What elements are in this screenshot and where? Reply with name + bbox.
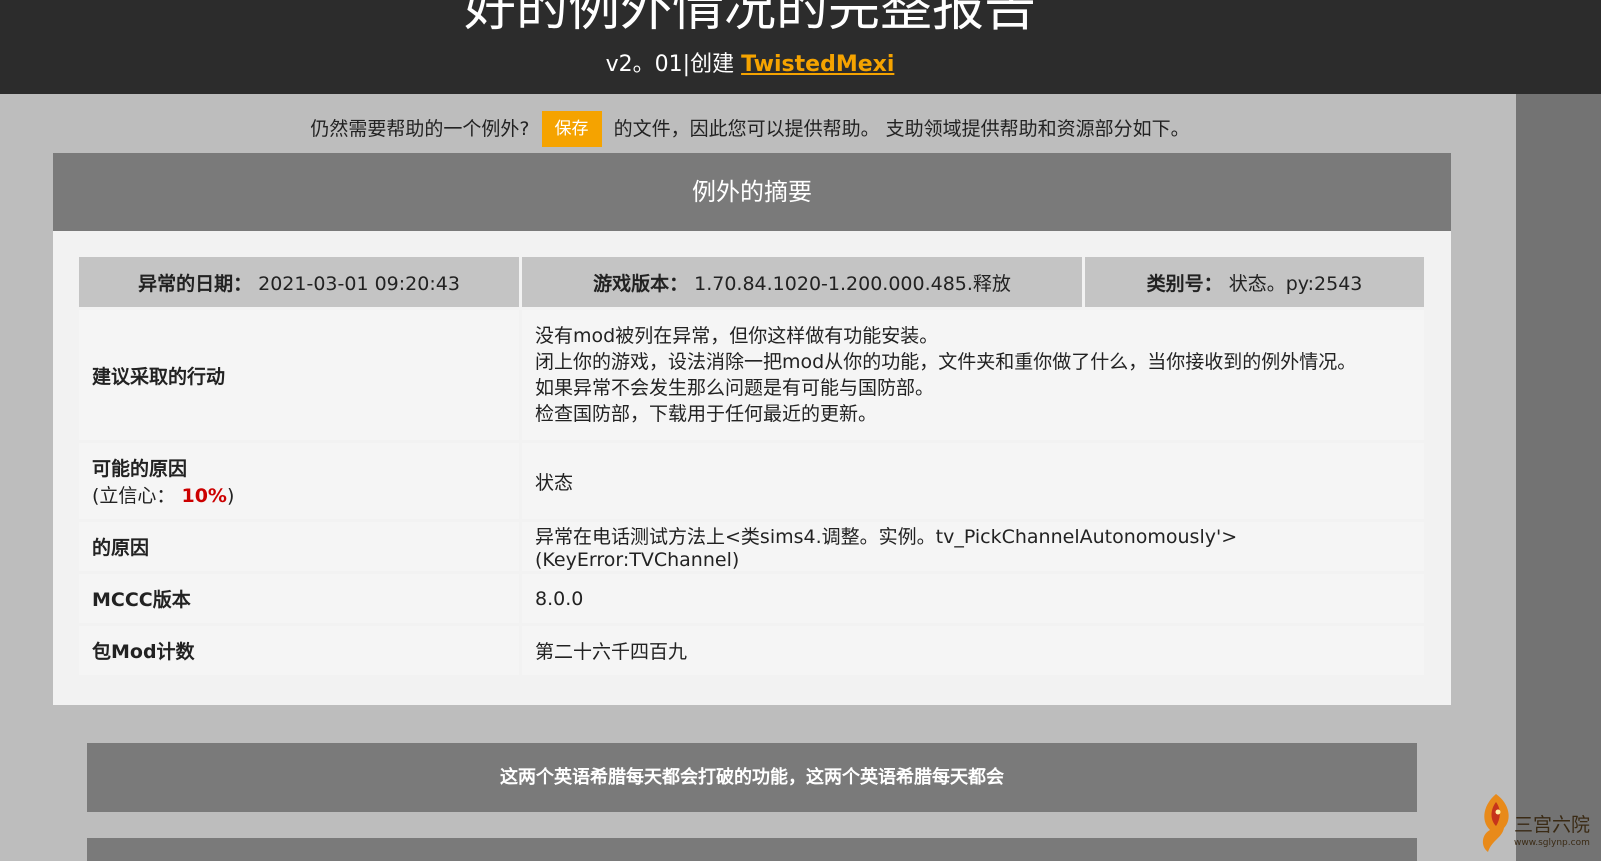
action-line: 检查国防部，下载用于任何最近的更新。 — [535, 403, 878, 425]
table-row: 建议采取的行动 没有mod被列在异常，但你这样做有功能安装。 闭上你的游戏，设法… — [79, 310, 1424, 440]
version-text: v2。01|创建 — [605, 52, 735, 77]
section-bar[interactable]: 这两个英语希腊每天都会打破的功能，这两个英语希腊每天都会 — [87, 743, 1417, 812]
confidence-suffix: ) — [226, 485, 235, 507]
action-line: 如果异常不会发生那么问题是有可能与国防部。 — [535, 377, 935, 399]
save-button[interactable]: 保存 — [541, 111, 602, 147]
table-row: MCCC版本 8.0.0 — [79, 574, 1424, 623]
possible-cause-value: 状态 — [522, 443, 1424, 519]
table-row: 可能的原因 (立信心： 10%) 状态 — [79, 443, 1424, 519]
page-title: 好的例外情况的完整报告 — [463, 0, 1036, 38]
confidence-value: 10% — [181, 485, 227, 507]
phoenix-logo-icon — [1482, 794, 1509, 852]
watermark-url: www.sglynp.com — [1514, 838, 1590, 848]
help-notice: 仍然需要帮助的一个例外? 保存 的文件，因此您可以提供帮助。 支助领域提供帮助和… — [0, 111, 1500, 147]
summary-header-row: 异常的日期： 2021-03-01 09:20:43 游戏版本： 1.70.84… — [79, 257, 1424, 307]
mod-count-label: 包Mod计数 — [79, 626, 519, 675]
notice-text-before: 仍然需要帮助的一个例外? — [310, 118, 530, 140]
exception-date-value: 2021-03-01 09:20:43 — [258, 272, 460, 295]
site-watermark: 三宫六院 www.sglynp.com — [1474, 790, 1596, 856]
exception-summary-panel: 例外的摘要 异常的日期： 2021-03-01 09:20:43 游戏版本： 1… — [53, 153, 1451, 705]
game-version-value: 1.70.84.1020-1.200.000.485.释放 — [694, 272, 1011, 295]
mccc-label: MCCC版本 — [79, 574, 519, 623]
exception-date-label: 异常的日期： — [138, 272, 253, 295]
confidence-prefix: (立信心： — [92, 485, 176, 507]
exception-date-cell: 异常的日期： 2021-03-01 09:20:43 — [79, 257, 519, 307]
action-line: 没有mod被列在异常，但你这样做有功能安装。 — [535, 325, 939, 347]
notice-text-after: 的文件，因此您可以提供帮助。 支助领域提供帮助和资源部分如下。 — [613, 118, 1190, 140]
mccc-value: 8.0.0 — [522, 574, 1424, 623]
category-value: 状态。py:2543 — [1228, 272, 1363, 295]
action-value: 没有mod被列在异常，但你这样做有功能安装。 闭上你的游戏，设法消除一把mod从… — [522, 310, 1424, 440]
watermark-text: 三宫六院 — [1514, 814, 1591, 836]
cause-value: 异常在电话测试方法上<类sims4.调整。实例。tv_PickChannelAu… — [522, 522, 1424, 571]
game-version-cell: 游戏版本： 1.70.84.1020-1.200.000.485.释放 — [522, 257, 1082, 307]
page-header: 好的例外情况的完整报告 v2。01|创建 TwistedMexi — [0, 0, 1601, 94]
table-row: 的原因 异常在电话测试方法上<类sims4.调整。实例。tv_PickChann… — [79, 522, 1424, 571]
game-version-label: 游戏版本： — [593, 272, 689, 295]
action-label: 建议采取的行动 — [79, 310, 519, 440]
mod-count-value: 第二十六千四百九 — [522, 626, 1424, 675]
summary-title: 例外的摘要 — [53, 153, 1451, 231]
right-side-strip — [1516, 94, 1601, 861]
possible-cause-label: 可能的原因 — [92, 458, 188, 480]
cause-label: 的原因 — [79, 522, 519, 571]
action-line: 闭上你的游戏，设法消除一把mod从你的功能，文件夹和重你做了什么，当你接收到的例… — [535, 351, 1357, 373]
category-label: 类别号： — [1146, 272, 1223, 295]
section-bar-next[interactable] — [87, 838, 1417, 861]
confidence-line: (立信心： 10%) — [92, 481, 506, 508]
possible-cause-label-cell: 可能的原因 (立信心： 10%) — [79, 443, 519, 519]
category-cell: 类别号： 状态。py:2543 — [1085, 257, 1424, 307]
summary-table: 异常的日期： 2021-03-01 09:20:43 游戏版本： 1.70.84… — [76, 254, 1427, 678]
version-line: v2。01|创建 TwistedMexi — [0, 50, 1500, 80]
table-row: 包Mod计数 第二十六千四百九 — [79, 626, 1424, 675]
author-link[interactable]: TwistedMexi — [741, 52, 894, 77]
